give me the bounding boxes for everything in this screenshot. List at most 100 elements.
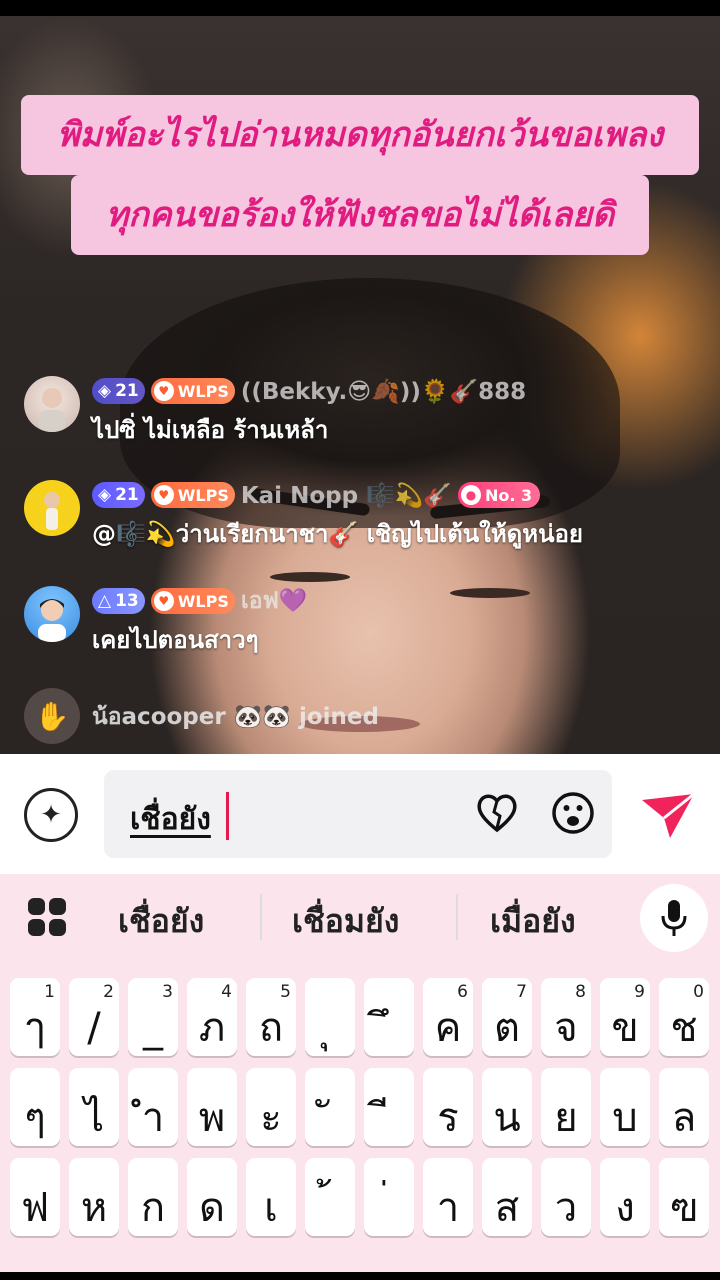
key[interactable]: ๆ [10,1068,60,1146]
key[interactable]: ด [187,1158,237,1236]
key[interactable]: ึ [364,978,414,1056]
key[interactable]: ต7 [482,978,532,1056]
medal-icon: ● [460,485,481,505]
suggestion-2[interactable]: เชื่อมยัง [292,896,399,947]
key[interactable]: /2 [69,978,119,1056]
key[interactable]: ส [482,1158,532,1236]
key[interactable]: ไ [69,1068,119,1146]
key-number-hint: 5 [280,982,291,1002]
key-label: ี [364,1098,414,1138]
key-label: ช [670,1005,698,1051]
microphone-icon[interactable] [640,884,708,952]
chat-username[interactable]: เอฟ💜 [241,583,308,619]
key-label: ถ [258,1005,284,1051]
streamer-eye-right [450,588,530,598]
key[interactable]: ุ [305,978,355,1056]
streamer-eye-left [270,572,350,582]
emoji-icon[interactable] [550,790,596,836]
key-label: ย [554,1095,578,1141]
text-caret [226,792,229,840]
key-label: ุ [305,1008,355,1048]
suggestion-3[interactable]: เมื่อยัง [490,896,576,947]
suggestion-1[interactable]: เชื่อยัง [118,896,204,947]
key-number-hint: 1 [44,982,55,1002]
key[interactable]: ค6 [423,978,473,1056]
diamond-icon: ◈ [98,381,112,401]
key-label: ล [671,1095,697,1141]
level-badge: △ 13 [92,588,145,614]
wave-icon: ✋ [24,688,80,744]
key[interactable]: ะ [246,1068,296,1146]
key-label: ว [554,1185,578,1231]
sparkle-icon[interactable]: ✦ [24,788,78,842]
key[interactable]: จ8 [541,978,591,1056]
send-icon[interactable] [640,790,696,840]
chat-text: ไปซิ่ ไม่เหลือ ร้านเหล้า [92,416,329,444]
key[interactable]: ข9 [600,978,650,1056]
comment-input-text[interactable]: เชื่อยัง [130,796,211,843]
chat-username[interactable]: ((Bekky.😎🍂))🌻🎸888 [241,378,526,405]
key[interactable]: า [423,1158,473,1236]
key-label: พ [198,1095,226,1141]
join-text: น้อacooper 🐼🐼 joined [92,704,379,730]
key-number-hint: 9 [634,982,645,1002]
key[interactable]: ภ4 [187,978,237,1056]
key-label: ่ [364,1188,414,1228]
key-label: ห [80,1185,108,1231]
key-number-hint: 8 [575,982,586,1002]
key[interactable]: ง [600,1158,650,1236]
key[interactable]: ห [69,1158,119,1236]
key-label: ต [494,1005,520,1051]
key[interactable]: ฟ [10,1158,60,1236]
key[interactable]: ช0 [659,978,709,1056]
key[interactable]: ี [364,1068,414,1146]
fan-club-badge: ♥ WLPS [150,378,235,404]
key[interactable]: น [482,1068,532,1146]
key[interactable]: ก [128,1158,178,1236]
key-label: ด [199,1185,225,1231]
key-label: า [436,1185,460,1231]
avatar[interactable] [24,480,80,536]
key[interactable]: ถ5 [246,978,296,1056]
key[interactable]: ย [541,1068,591,1146]
key[interactable]: พ [187,1068,237,1146]
key[interactable]: ้ [305,1158,355,1236]
diamond-icon: ◈ [98,485,112,505]
heart-icon: ♥ [153,381,174,401]
key-label: ข [611,1005,639,1051]
key-number-hint: 4 [221,982,232,1002]
key-label: บ [612,1095,638,1141]
key[interactable]: ๅ1 [10,978,60,1056]
key[interactable]: บ [600,1068,650,1146]
chat-username[interactable]: Kai Nopp 🎼💫🎸 [241,482,452,509]
keyboard-apps-icon[interactable] [28,898,66,936]
key-number-hint: 6 [457,982,468,1002]
key[interactable]: ฃ [659,1158,709,1236]
fan-club-badge: ♥ WLPS [150,482,235,508]
key-number-hint: 3 [162,982,173,1002]
heart-outline-icon[interactable] [474,790,520,836]
key[interactable]: _ 3 [128,978,178,1056]
rank-badge: ● No. 3 [457,482,541,508]
key[interactable]: ั [305,1068,355,1146]
key[interactable]: เ [246,1158,296,1236]
avatar[interactable] [24,586,80,642]
key-label: ๆ [24,1095,46,1141]
key[interactable]: ำ [128,1068,178,1146]
key-label: เ [264,1185,278,1231]
fan-club-badge: ♥ WLPS [150,588,235,614]
key-label: _ [143,1005,163,1051]
key[interactable]: ว [541,1158,591,1236]
key-number-hint: 7 [516,982,527,1002]
key-label: ไ [83,1095,105,1141]
key[interactable]: ร [423,1068,473,1146]
divider [456,894,458,940]
key[interactable]: ล [659,1068,709,1146]
key-label: ำ [141,1095,165,1141]
key-label: ั [305,1098,355,1138]
key-label: ะ [260,1095,282,1141]
key-label: ฃ [669,1185,699,1231]
key-label: ้ [305,1188,355,1228]
avatar[interactable] [24,376,80,432]
key[interactable]: ่ [364,1158,414,1236]
